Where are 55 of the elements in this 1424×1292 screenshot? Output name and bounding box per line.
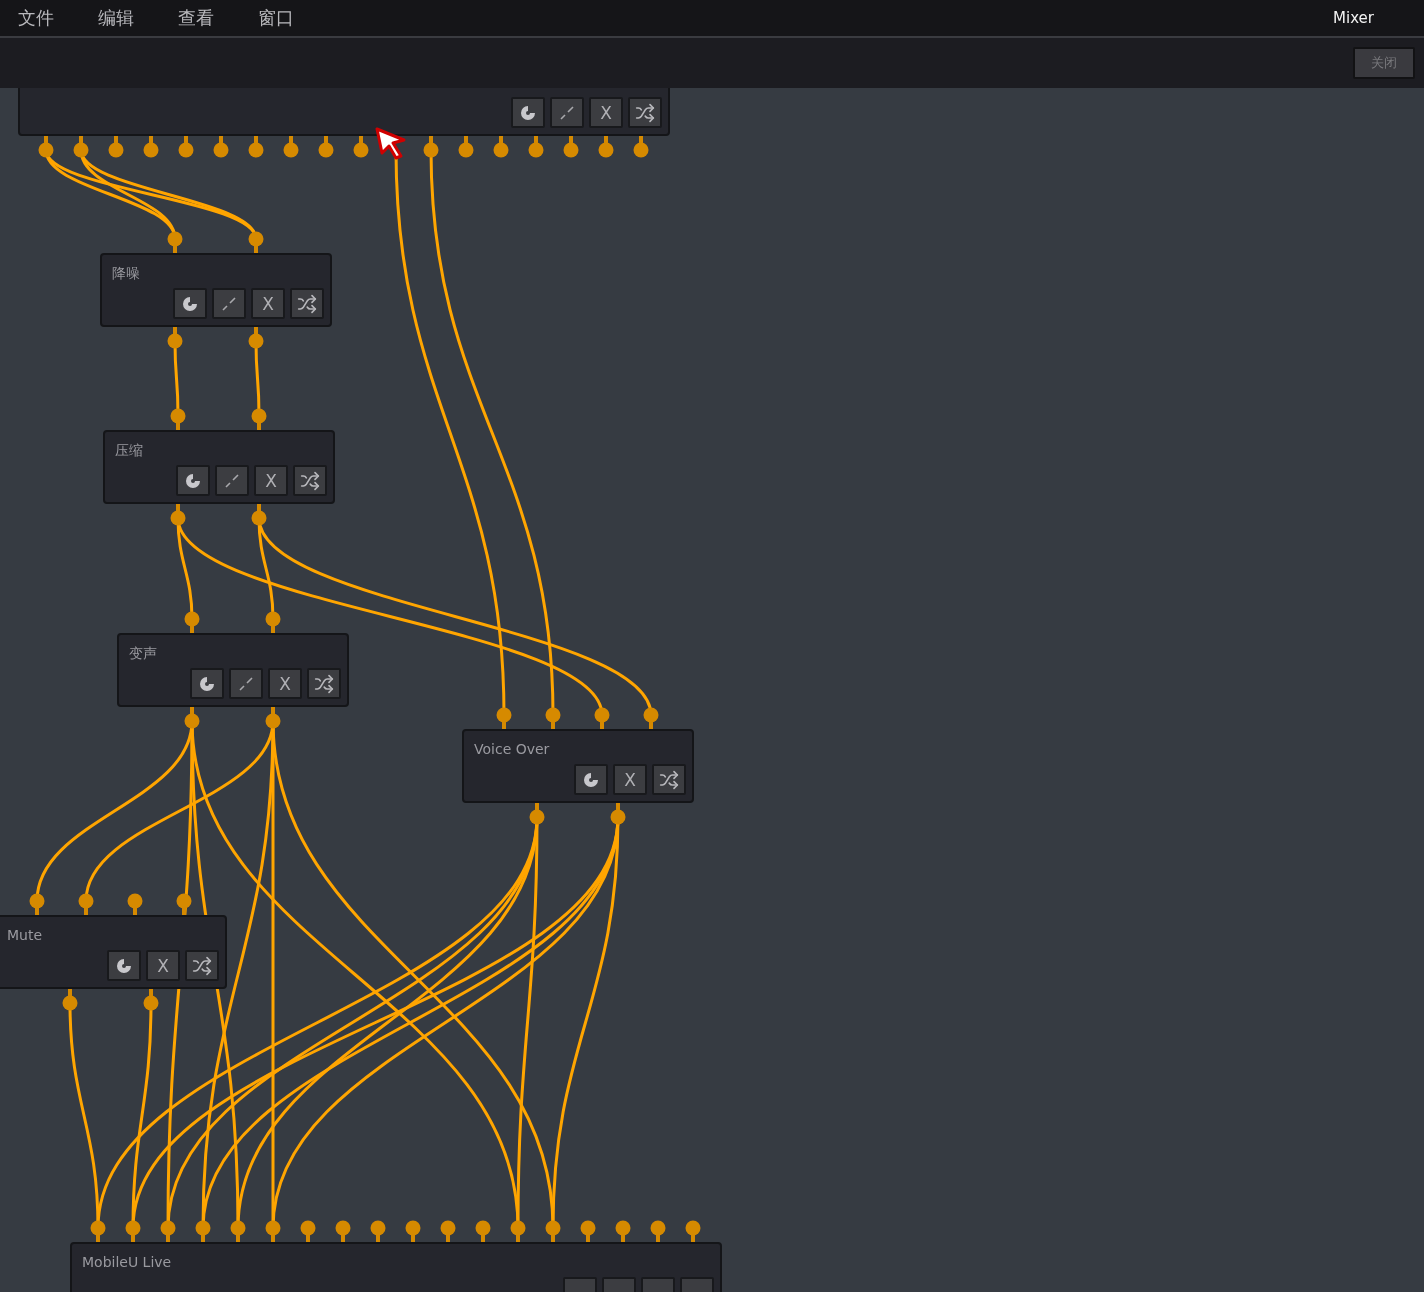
dial-icon (116, 957, 132, 974)
shuffle-icon (659, 769, 679, 790)
shuffle-button[interactable] (307, 668, 341, 699)
window-title: Mixer (1333, 9, 1374, 27)
slash-icon (224, 472, 240, 489)
line-button[interactable] (229, 668, 263, 699)
dial-button[interactable] (190, 668, 224, 699)
shuffle-icon (297, 293, 317, 314)
dial-icon (583, 771, 599, 788)
remove-button[interactable]: X (146, 950, 180, 981)
node-title: MobileU Live (82, 1254, 172, 1270)
node-title: 变声 (129, 645, 157, 663)
shuffle-icon (192, 955, 212, 976)
line-button[interactable] (212, 288, 246, 319)
shuffle-button[interactable] (652, 764, 686, 795)
remove-button[interactable]: X (251, 288, 285, 319)
shuffle-button[interactable] (628, 97, 662, 128)
remove-button[interactable]: X (268, 668, 302, 699)
slash-icon (559, 104, 575, 121)
dial-button[interactable] (173, 288, 207, 319)
menu-item[interactable]: 文件 (18, 6, 54, 30)
remove-button[interactable]: X (254, 465, 288, 496)
shuffle-icon (300, 470, 320, 491)
dial-button[interactable] (176, 465, 210, 496)
node-title: Mute (7, 927, 43, 943)
shuffle-icon (314, 673, 334, 694)
effect-node[interactable]: Mute X (0, 915, 227, 989)
effect-node[interactable]: Voice Over X (462, 729, 694, 803)
dial-button[interactable] (107, 950, 141, 981)
effect-node[interactable]: 压缩 X (103, 430, 335, 504)
menu-item[interactable]: 编辑 (98, 6, 134, 30)
menu-item[interactable]: 窗口 (258, 6, 294, 30)
shuffle-button[interactable] (293, 465, 327, 496)
shuffle-button[interactable] (185, 950, 219, 981)
node-title: Voice Over (474, 741, 550, 757)
dial-button[interactable] (574, 764, 608, 795)
shuffle-icon (635, 102, 655, 123)
remove-button[interactable]: X (613, 764, 647, 795)
dial-icon (182, 295, 198, 312)
line-button[interactable] (550, 97, 584, 128)
node-title: 降噪 (112, 265, 140, 283)
slash-icon (221, 295, 237, 312)
menu-item[interactable]: 查看 (178, 6, 214, 30)
effect-node[interactable]: 变声 X (117, 633, 349, 707)
dial-icon (199, 675, 215, 692)
dial-button[interactable] (511, 97, 545, 128)
line-button[interactable] (215, 465, 249, 496)
effect-node[interactable]: X (18, 88, 670, 136)
remove-button[interactable]: X (589, 97, 623, 128)
slash-icon (238, 675, 254, 692)
dial-icon (520, 104, 536, 121)
dial-icon (185, 472, 201, 489)
shuffle-button[interactable] (290, 288, 324, 319)
effect-node[interactable]: 降噪 X (100, 253, 332, 327)
node-title: 压缩 (115, 442, 143, 460)
